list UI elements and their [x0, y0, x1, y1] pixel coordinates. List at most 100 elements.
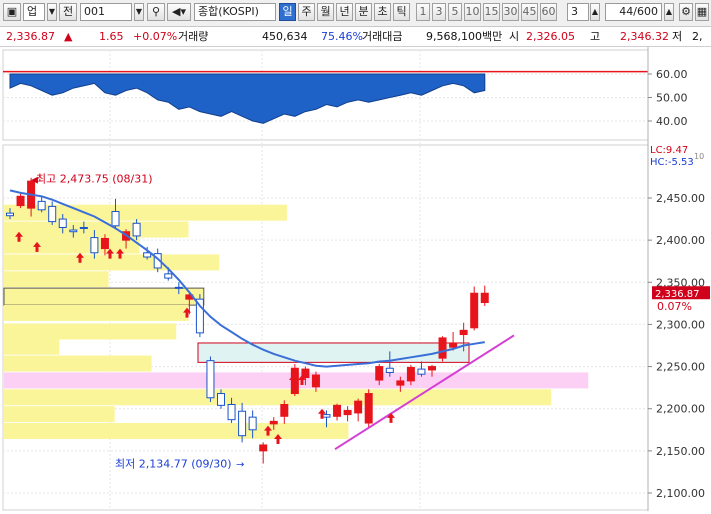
custom-interval-input[interactable]: 3 [567, 3, 589, 21]
open-value: 2,326.05 [526, 30, 575, 43]
candle-body [459, 329, 468, 336]
candle-body [227, 404, 236, 421]
volume-value: 450,634 [262, 30, 308, 43]
current-price: 2,336.87 [6, 30, 55, 43]
volume-profile-bar [4, 204, 287, 221]
price-axis-label: 2,450.00 [656, 192, 705, 205]
interval-button-60[interactable]: 60 [540, 3, 557, 21]
open-label: 시 [509, 30, 520, 43]
candle-body [206, 360, 215, 399]
period-tab-0[interactable]: 일 [279, 3, 296, 21]
indicator-axis-label: 60.00 [656, 68, 688, 81]
price-tag-label: 2,336.87 [655, 289, 700, 300]
high-label: 고 [590, 30, 601, 43]
period-tab-1[interactable]: 주 [298, 3, 315, 21]
pct-tag-label: 0.07% [657, 300, 692, 313]
high-value: 2,346.32 [620, 30, 669, 43]
candle-body [375, 366, 384, 381]
candle-body [417, 368, 426, 375]
interval-button-30[interactable]: 30 [502, 3, 519, 21]
candle-body [470, 292, 479, 329]
code-dropdown-icon[interactable]: ▼ [134, 3, 144, 21]
volume-profile-bar [4, 254, 220, 271]
chart-toolbar: ▣ 업 ▼ 전 001 ▼ ⚲ ◀▾ 종합(KOSPI) 일주월년분초틱 135… [0, 0, 711, 27]
interval-button-45[interactable]: 45 [521, 3, 538, 21]
max-annotation: 최고 2,473.75 (08/31) [36, 173, 153, 186]
hc-label: HC:-5.53 [650, 157, 694, 168]
speaker-icon[interactable]: ◀▾ [167, 3, 191, 21]
candle-body [280, 404, 289, 417]
amount-value: 9,568,100백만 [426, 30, 503, 43]
volume-profile-bar [4, 323, 177, 340]
lc-label: LC:9.47 [650, 145, 688, 156]
amount-label: 거래대금 [362, 30, 403, 43]
candle-body [79, 227, 88, 229]
left-arrow-icon: ◀ [31, 176, 38, 186]
chart-area[interactable]: 최고 2,473.75 (08/31) ◀ 최저 2,134.77 (09/30) →… [0, 47, 711, 511]
candle-body [164, 273, 173, 279]
candle-body [16, 195, 25, 207]
volume-profile-bar [4, 221, 189, 238]
candle-body [217, 393, 225, 406]
candle-body [37, 200, 46, 211]
market-select[interactable]: 업 [23, 3, 45, 21]
candle-body [269, 420, 278, 425]
market-dropdown-icon[interactable]: ▼ [47, 3, 57, 21]
volume-label: 거래량 [178, 30, 209, 43]
price-axis-label: 2,300.00 [656, 318, 705, 331]
price-axis-label: 2,400.00 [656, 234, 705, 247]
volume-profile-bar [4, 355, 152, 372]
volume-profile-bar [4, 271, 109, 288]
search-icon[interactable]: ⚲ [147, 3, 165, 21]
indicator-axis-label: 50.00 [656, 92, 688, 105]
settings-icon[interactable]: ⚙ [679, 3, 693, 21]
change-percent: +0.07% [133, 30, 178, 43]
change-value: 1.65 [99, 30, 124, 43]
candle-body [58, 218, 67, 228]
candle-body [90, 237, 99, 254]
price-chart[interactable]: 최고 2,473.75 (08/31)◀ 최저 2,134.77 (09/30) →… [0, 47, 711, 511]
candle-body [238, 410, 247, 437]
price-axis-label: 2,250.00 [656, 361, 705, 374]
code-input[interactable]: 001 [80, 3, 132, 21]
period-tab-3[interactable]: 년 [336, 3, 353, 21]
support-box [197, 342, 470, 363]
interval-spinner-icon[interactable]: ▲ [590, 3, 600, 21]
interval-button-3[interactable]: 3 [432, 3, 446, 21]
candle-body [396, 380, 405, 386]
period-tab-4[interactable]: 분 [355, 3, 372, 21]
grid-icon[interactable]: ▦ [695, 3, 709, 21]
interval-button-15[interactable]: 15 [483, 3, 500, 21]
count-spinner-icon[interactable]: ▲ [664, 3, 674, 21]
candle-body [132, 222, 141, 237]
market-all-button[interactable]: 전 [59, 3, 77, 21]
period-tab-5[interactable]: 초 [374, 3, 391, 21]
candle-body [385, 367, 394, 373]
period-tab-2[interactable]: 월 [317, 3, 334, 21]
candle-body [248, 416, 257, 431]
period-tab-6[interactable]: 틱 [393, 3, 410, 21]
volume-profile-bar [4, 389, 552, 406]
quote-bar: 2,336.87 ▲ 1.65 +0.07% 거래량 450,634 75.46… [0, 27, 711, 47]
up-arrow-icon: ▲ [64, 30, 73, 43]
candle-body [6, 212, 14, 217]
indicator-area [9, 73, 486, 124]
candle-body [438, 337, 447, 359]
low-label: 저 [672, 30, 683, 43]
candle-body [69, 229, 78, 233]
interval-button-5[interactable]: 5 [448, 3, 462, 21]
candle-body [354, 400, 363, 414]
interval-button-10[interactable]: 10 [464, 3, 481, 21]
candle-body [406, 366, 415, 382]
low-value: 2, [692, 30, 703, 43]
candle-body [364, 393, 373, 424]
candle-body [333, 404, 342, 417]
chart-menu-icon[interactable]: ▣ [3, 3, 21, 21]
candle-body [100, 237, 109, 250]
candle-count[interactable]: 44/600 [605, 3, 662, 21]
interval-button-1[interactable]: 1 [416, 3, 430, 21]
candle-body [259, 444, 268, 452]
volume-profile-bar [4, 338, 60, 355]
candle-body [343, 409, 352, 416]
candle-body [48, 205, 57, 223]
